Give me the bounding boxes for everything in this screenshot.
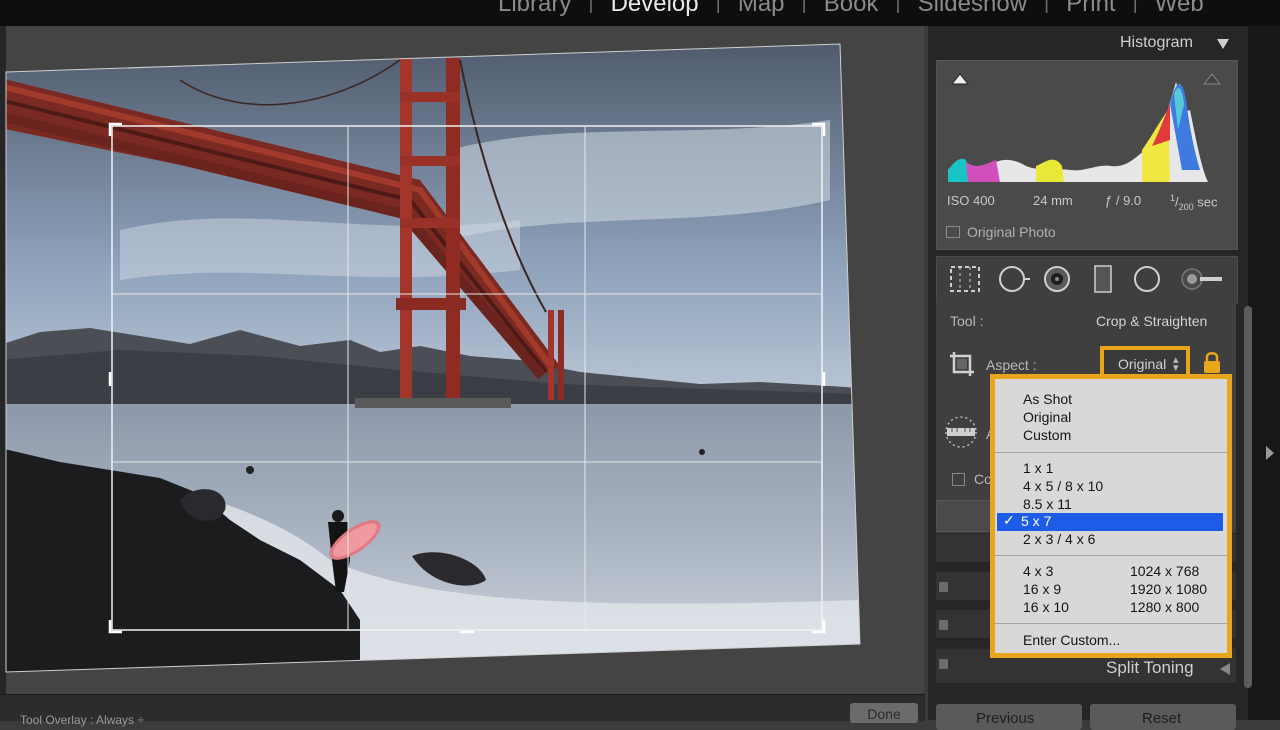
collapse-arrow-icon[interactable] [1266, 446, 1274, 460]
menu-separator [995, 452, 1227, 453]
expand-triangle-icon[interactable] [1220, 663, 1230, 675]
module-separator: | [715, 0, 721, 14]
module-list: Library | Develop | Map | Book | Slidesh… [498, 0, 1204, 18]
module-map[interactable]: Map [738, 0, 785, 18]
previous-button-label: Previous [976, 710, 1035, 727]
panel-switch-icon[interactable] [939, 659, 948, 669]
menu-item-custom[interactable]: Custom [1023, 427, 1071, 443]
tool-overlay-label[interactable]: Tool Overlay : Always ÷ [20, 713, 144, 727]
module-separator: | [895, 0, 901, 14]
menu-item-16x10[interactable]: 16 x 10 [1023, 599, 1069, 615]
graduated-filter-icon[interactable] [1092, 264, 1114, 294]
menu-item-16x9[interactable]: 16 x 9 [1023, 581, 1061, 597]
menu-item-original[interactable]: Original [1023, 409, 1071, 425]
menu-separator [995, 555, 1227, 556]
original-photo-label: Original Photo [967, 224, 1056, 240]
exif-focal-length: 24 mm [1033, 193, 1073, 208]
histogram-title[interactable]: Histogram [1120, 34, 1193, 52]
module-separator: | [1132, 0, 1138, 14]
aspect-label: Aspect : [986, 357, 1037, 373]
menu-item-5x7-label: 5 x 7 [1021, 513, 1052, 529]
menu-item-as-shot[interactable]: As Shot [1023, 391, 1072, 407]
module-library[interactable]: Library [498, 0, 571, 18]
crop-overlay-icon[interactable] [948, 264, 982, 294]
menu-item-2x3[interactable]: 2 x 3 / 4 x 6 [1023, 531, 1095, 547]
shutter-denominator: 200 [1178, 201, 1194, 212]
exif-shutter: 1/200 sec [1170, 193, 1218, 212]
done-button[interactable]: Done [850, 703, 918, 723]
right-panel-edge [1248, 26, 1280, 720]
bottom-toolbar: Tool Overlay : Always ÷ Done [0, 694, 925, 727]
menu-item-1x1[interactable]: 1 x 1 [1023, 460, 1053, 476]
module-picker-bar: Library | Develop | Map | Book | Slidesh… [0, 0, 1280, 26]
tool-value: Crop & Straighten [1096, 313, 1208, 329]
constrain-checkbox[interactable] [952, 473, 965, 486]
histogram-graph [946, 70, 1228, 186]
split-toning-title[interactable]: Split Toning [1106, 658, 1194, 678]
adjustment-brush-icon[interactable] [1180, 264, 1224, 294]
radial-filter-icon[interactable] [1132, 264, 1162, 294]
module-separator: | [1044, 0, 1050, 14]
collapse-triangle-icon[interactable] [1217, 39, 1229, 49]
panel-switch-icon[interactable] [939, 620, 948, 630]
reset-button[interactable]: Reset [1090, 704, 1236, 730]
lock-icon[interactable] [1202, 350, 1222, 374]
module-develop[interactable]: Develop [611, 0, 699, 18]
straighten-level-icon[interactable] [944, 415, 978, 449]
reset-button-label: Reset [1142, 710, 1182, 727]
crop-frame-tool-icon[interactable] [948, 350, 976, 378]
shutter-numerator: 1 [1170, 193, 1176, 203]
menu-item-enter-custom[interactable]: Enter Custom... [1023, 632, 1120, 648]
exif-aperture: ƒ / 9.0 [1105, 193, 1142, 208]
aspect-select-value: Original [1118, 356, 1167, 372]
module-separator: | [588, 0, 594, 14]
menu-item-4x3-size: 1024 x 768 [1130, 563, 1200, 579]
menu-item-4x5[interactable]: 4 x 5 / 8 x 10 [1023, 478, 1103, 494]
tool-label: Tool : [950, 313, 984, 329]
previous-button[interactable]: Previous [936, 704, 1082, 730]
red-eye-icon[interactable] [1042, 264, 1072, 294]
module-separator: | [801, 0, 807, 14]
panel-switch-icon[interactable] [939, 582, 948, 592]
module-book[interactable]: Book [824, 0, 879, 18]
module-web[interactable]: Web [1155, 0, 1204, 18]
exif-iso: ISO 400 [947, 193, 995, 208]
image-workarea [6, 26, 924, 694]
menu-item-4x3[interactable]: 4 x 3 [1023, 563, 1053, 579]
checkmark-icon: ✓ [1003, 512, 1015, 528]
menu-item-16x9-size: 1920 x 1080 [1130, 581, 1208, 597]
aspect-dropdown-menu: As Shot Original Custom 1 x 1 4 x 5 / 8 … [990, 374, 1232, 658]
menu-item-16x10-size: 1280 x 800 [1130, 599, 1200, 615]
panel-scrollbar[interactable] [1244, 306, 1252, 688]
original-photo-checkbox[interactable] [946, 226, 960, 238]
spot-removal-icon[interactable] [996, 264, 1032, 294]
shutter-unit: sec [1197, 194, 1218, 210]
module-slideshow[interactable]: Slideshow [918, 0, 1027, 18]
module-print[interactable]: Print [1066, 0, 1115, 18]
menu-item-8-5x11[interactable]: 8.5 x 11 [1023, 496, 1072, 512]
updown-chevron-icon: ▴ ▾ [1173, 354, 1179, 374]
menu-separator [995, 623, 1227, 624]
